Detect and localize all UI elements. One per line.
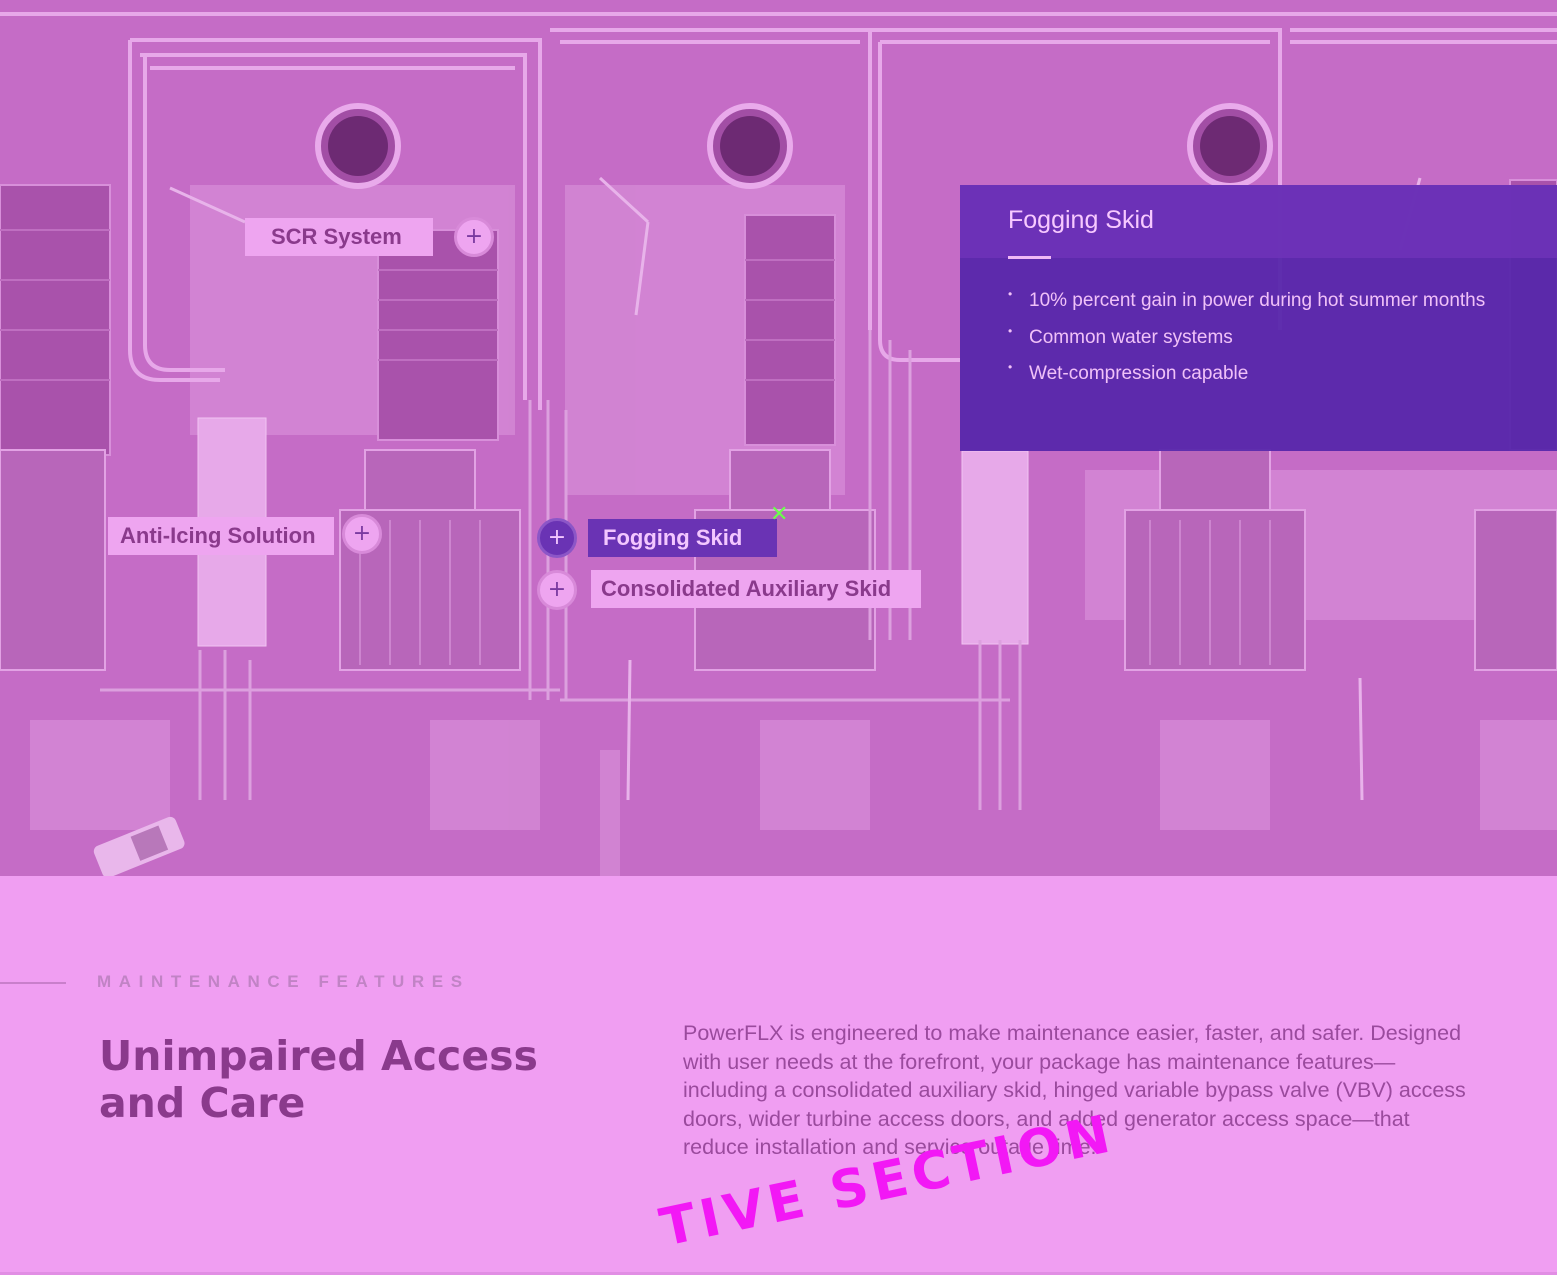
section-headline: Unimpaired Access and Care <box>99 1032 538 1127</box>
feature-list-item: Common water systems <box>1008 324 1485 364</box>
title-underline <box>1008 256 1051 259</box>
hero-aerial-image: SCR System + Anti-Icing Solution + + Fog… <box>0 0 1557 876</box>
hotspot-label-fogging-skid[interactable]: Fogging Skid <box>588 519 777 557</box>
plus-icon[interactable]: + <box>537 518 577 558</box>
feature-list: 10% percent gain in power during hot sum… <box>1008 287 1485 400</box>
hotspot-label-consolidated-auxiliary-skid[interactable]: Consolidated Auxiliary Skid <box>591 570 921 608</box>
info-panel-header: Fogging Skid <box>960 185 1557 259</box>
plus-icon[interactable]: + <box>342 514 382 554</box>
eyebrow-divider <box>0 982 66 984</box>
plus-icon[interactable]: + <box>454 217 494 257</box>
feature-list-item: Wet-compression capable <box>1008 360 1485 400</box>
feature-list-item: 10% percent gain in power during hot sum… <box>1008 287 1485 327</box>
info-panel: Fogging Skid 10% percent gain in power d… <box>960 185 1557 451</box>
hotspot-label-scr-system[interactable]: SCR System <box>245 218 433 256</box>
info-panel-title: Fogging Skid <box>1008 206 1154 234</box>
section-eyebrow: MAINTENANCE FEATURES <box>97 972 470 991</box>
plus-icon[interactable]: + <box>537 570 577 610</box>
close-icon[interactable]: ✕ <box>770 504 788 526</box>
hotspot-label-anti-icing-solution[interactable]: Anti-Icing Solution <box>108 517 334 555</box>
